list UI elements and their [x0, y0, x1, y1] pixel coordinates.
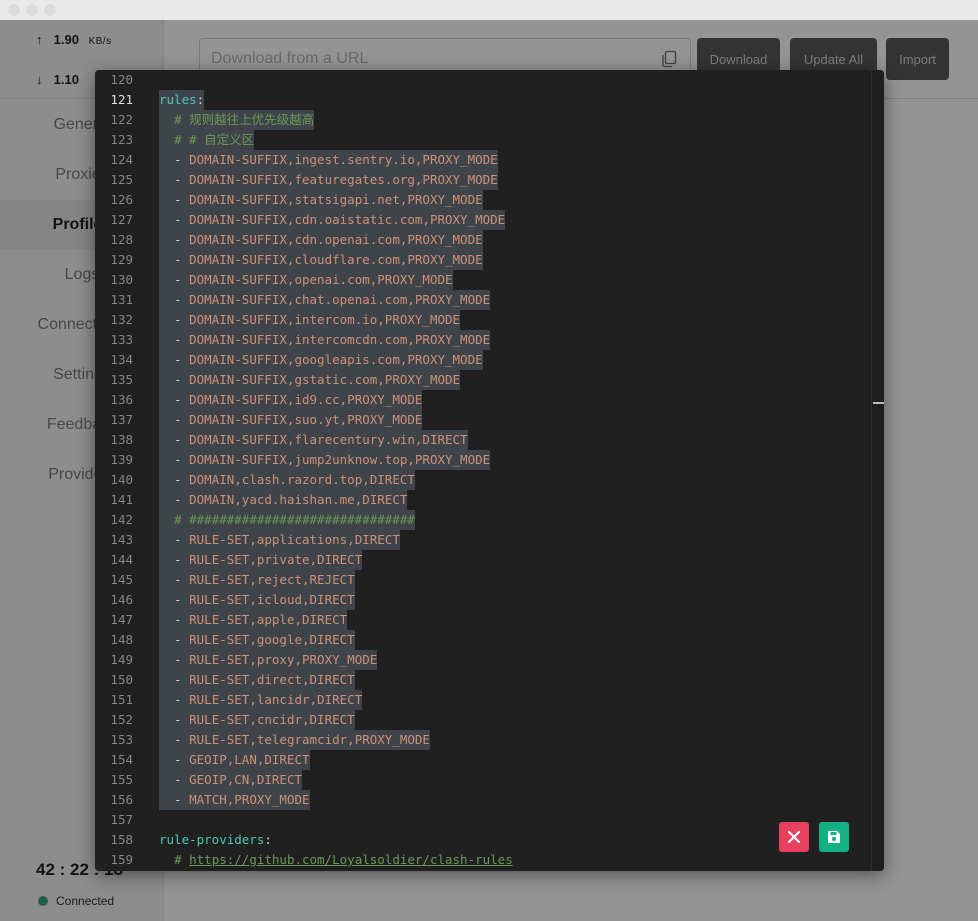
code-editor[interactable]: 120 121 122 123 124 125 126 127 128 129 130 131 132 1… — [95, 70, 884, 871]
code-line[interactable]: - RULE-SET,private,DIRECT — [159, 550, 363, 570]
line-number: 128 — [110, 232, 133, 247]
code-line[interactable]: - DOMAIN-SUFFIX,ingest.sentry.io,PROXY_M… — [159, 150, 498, 170]
code-line[interactable]: - DOMAIN,yacd.haishan.me,DIRECT — [159, 490, 408, 510]
line-number: 153 — [110, 732, 133, 747]
line-number: 137 — [110, 412, 133, 427]
save-icon — [828, 831, 840, 843]
line-number: 152 — [110, 712, 133, 727]
code-line[interactable]: - DOMAIN-SUFFIX,suo.yt,PROXY_MODE — [159, 410, 423, 430]
line-number: 155 — [110, 772, 133, 787]
line-number: 139 — [110, 452, 133, 467]
line-number: 157 — [110, 812, 133, 827]
code-line[interactable]: rule-providers: — [159, 830, 272, 850]
code-line[interactable]: # https://github.com/Loyalsoldier/clash-… — [159, 850, 513, 870]
code-line[interactable]: - DOMAIN-SUFFIX,cloudflare.com,PROXY_MOD… — [159, 250, 483, 270]
line-number: 133 — [110, 332, 133, 347]
cancel-button[interactable] — [779, 822, 809, 852]
code-line[interactable]: - DOMAIN-SUFFIX,intercom.io,PROXY_MODE — [159, 310, 461, 330]
code-line[interactable]: - RULE-SET,cncidr,DIRECT — [159, 710, 355, 730]
vertical-scrollbar[interactable] — [871, 70, 884, 871]
window-minimize-dot[interactable] — [26, 4, 38, 16]
code-line[interactable]: - DOMAIN-SUFFIX,statsigapi.net,PROXY_MOD… — [159, 190, 483, 210]
code-line[interactable]: - DOMAIN-SUFFIX,intercomcdn.com,PROXY_MO… — [159, 330, 491, 350]
code-line[interactable]: - DOMAIN-SUFFIX,flarecentury.win,DIRECT — [159, 430, 468, 450]
line-number: 131 — [110, 292, 133, 307]
line-number: 136 — [110, 392, 133, 407]
line-number: 129 — [110, 252, 133, 267]
code-line[interactable]: - DOMAIN-SUFFIX,chat.openai.com,PROXY_MO… — [159, 290, 491, 310]
line-number: 121 — [110, 92, 133, 107]
line-number: 156 — [110, 792, 133, 807]
line-number: 141 — [110, 492, 133, 507]
window-titlebar — [0, 0, 978, 20]
code-line[interactable]: - RULE-SET,direct,DIRECT — [159, 670, 355, 690]
line-number: 150 — [110, 672, 133, 687]
line-number: 154 — [110, 752, 133, 767]
code-line[interactable]: # 规则越往上优先级越高 — [159, 110, 315, 130]
code-line[interactable]: - RULE-SET,apple,DIRECT — [159, 610, 348, 630]
code-line[interactable]: - RULE-SET,google,DIRECT — [159, 630, 355, 650]
code-line[interactable]: - DOMAIN-SUFFIX,cdn.oaistatic.com,PROXY_… — [159, 210, 506, 230]
code-line[interactable]: - DOMAIN-SUFFIX,featuregates.org,PROXY_M… — [159, 170, 498, 190]
line-number: 140 — [110, 472, 133, 487]
code-line[interactable]: - DOMAIN-SUFFIX,id9.cc,PROXY_MODE — [159, 390, 423, 410]
line-number: 145 — [110, 572, 133, 587]
window-zoom-dot[interactable] — [44, 4, 56, 16]
code-line[interactable]: - RULE-SET,applications,DIRECT — [159, 530, 400, 550]
line-number: 124 — [110, 152, 133, 167]
code-line[interactable]: - MATCH,PROXY_MODE — [159, 790, 310, 810]
code-line[interactable]: - DOMAIN-SUFFIX,openai.com,PROXY_MODE — [159, 270, 453, 290]
line-number: 143 — [110, 532, 133, 547]
code-area[interactable]: ​rules: # 规则越往上优先级越高 # # 自定义区 - DOMAIN-S… — [159, 70, 869, 871]
code-line[interactable]: - RULE-SET,proxy,PROXY_MODE — [159, 650, 378, 670]
code-line[interactable]: rules: — [159, 90, 205, 110]
line-number: 138 — [110, 432, 133, 447]
code-line[interactable]: - RULE-SET,reject,REJECT — [159, 570, 355, 590]
line-number: 122 — [110, 112, 133, 127]
code-line[interactable]: - DOMAIN,clash.razord.top,DIRECT — [159, 470, 415, 490]
line-number: 146 — [110, 592, 133, 607]
code-line[interactable]: - RULE-SET,icloud,DIRECT — [159, 590, 355, 610]
line-number: 130 — [110, 272, 133, 287]
line-number: 151 — [110, 692, 133, 707]
code-line[interactable]: - DOMAIN-SUFFIX,jump2unknow.top,PROXY_MO… — [159, 450, 491, 470]
code-line[interactable]: - DOMAIN-SUFFIX,googleapis.com,PROXY_MOD… — [159, 350, 483, 370]
line-number: 158 — [110, 832, 133, 847]
line-number-gutter: 120 121 122 123 124 125 126 127 128 129 130 131 132 1… — [95, 70, 155, 871]
code-line[interactable]: - RULE-SET,telegramcidr,PROXY_MODE — [159, 730, 430, 750]
code-line[interactable]: - GEOIP,CN,DIRECT — [159, 770, 303, 790]
profile-editor-modal: 120 121 122 123 124 125 126 127 128 129 130 131 132 1… — [95, 70, 884, 871]
line-number: 144 — [110, 552, 133, 567]
code-line[interactable]: # # 自定义区 — [159, 130, 255, 150]
scrollbar-position-marker[interactable] — [873, 402, 884, 404]
line-number: 120 — [110, 72, 133, 87]
line-number: 147 — [110, 612, 133, 627]
line-number: 127 — [110, 212, 133, 227]
line-number: 125 — [110, 172, 133, 187]
line-number: 149 — [110, 652, 133, 667]
code-line[interactable]: - RULE-SET,lancidr,DIRECT — [159, 690, 363, 710]
line-number: 126 — [110, 192, 133, 207]
code-line[interactable]: - DOMAIN-SUFFIX,gstatic.com,PROXY_MODE — [159, 370, 461, 390]
code-line[interactable]: - GEOIP,LAN,DIRECT — [159, 750, 310, 770]
line-number: 142 — [110, 512, 133, 527]
line-number: 135 — [110, 372, 133, 387]
line-number: 134 — [110, 352, 133, 367]
save-button[interactable] — [819, 822, 849, 852]
code-line[interactable]: # ############################## — [159, 510, 415, 530]
line-number: 132 — [110, 312, 133, 327]
line-number: 148 — [110, 632, 133, 647]
window-close-dot[interactable] — [8, 4, 20, 16]
line-number: 123 — [110, 132, 133, 147]
code-line[interactable]: - DOMAIN-SUFFIX,cdn.openai.com,PROXY_MOD… — [159, 230, 483, 250]
close-icon — [787, 830, 801, 844]
line-number: 159 — [110, 852, 133, 867]
